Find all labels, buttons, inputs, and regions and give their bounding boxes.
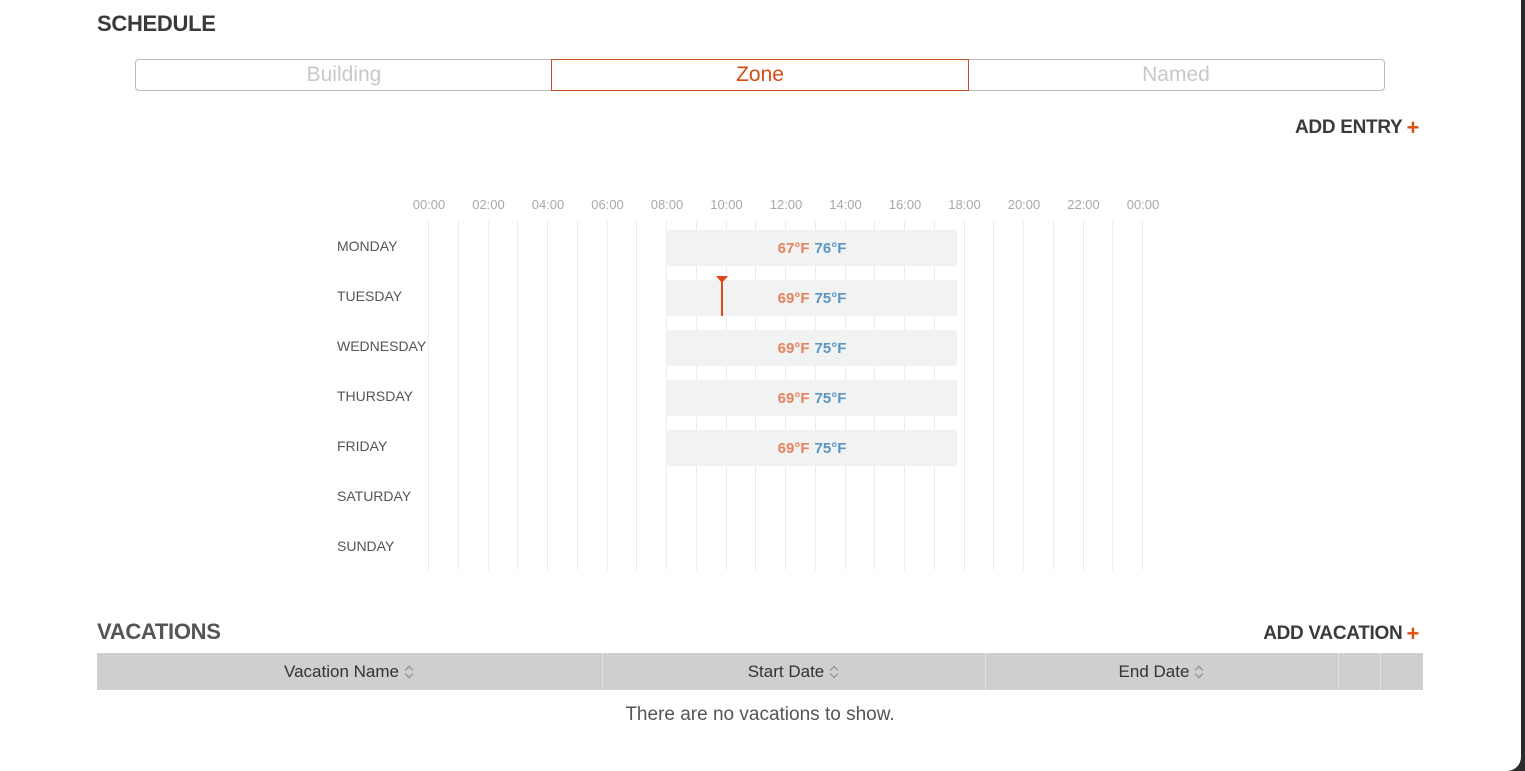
grid-line <box>547 221 548 570</box>
current-time-marker <box>715 276 728 316</box>
grid-line <box>606 221 608 570</box>
column-label: End Date <box>1118 661 1190 681</box>
hour-label: 18:00 <box>948 197 981 212</box>
heat-setpoint: 67°F <box>777 239 810 257</box>
add-entry-label: ADD ENTRY <box>1295 117 1403 138</box>
grid-line <box>636 221 638 570</box>
schedule-type-toggle: Building Zone Named <box>135 59 1385 91</box>
column-label: Vacation Name <box>284 661 399 681</box>
add-vacation-button[interactable]: ADD VACATION + <box>1263 623 1419 645</box>
sort-icon <box>405 664 415 680</box>
hour-label: 10:00 <box>710 197 743 212</box>
grid-line <box>576 221 578 570</box>
plus-icon: + <box>1406 621 1419 646</box>
cool-setpoint: 75°F <box>814 439 847 457</box>
day-label: WEDNESDAY <box>337 338 427 354</box>
hour-label: 22:00 <box>1067 197 1100 212</box>
column-actions <box>1381 653 1423 690</box>
day-label: TUESDAY <box>337 288 403 304</box>
empty-vacations-message: There are no vacations to show. <box>625 704 895 725</box>
day-label: SATURDAY <box>337 488 412 504</box>
hour-label: 04:00 <box>531 197 565 212</box>
tab-building[interactable]: Building <box>136 60 552 90</box>
tab-zone[interactable]: Zone <box>551 59 969 91</box>
cool-setpoint: 75°F <box>814 389 847 407</box>
schedule-entry[interactable]: 69°F 75°F <box>667 430 958 466</box>
add-vacation-label: ADD VACATION <box>1263 623 1403 644</box>
add-entry-button[interactable]: ADD ENTRY + <box>1295 117 1419 139</box>
sort-icon <box>1195 664 1205 680</box>
column-vacation-name[interactable]: Vacation Name <box>97 653 603 690</box>
heat-setpoint: 69°F <box>777 439 810 457</box>
grid-line <box>1023 221 1024 570</box>
hour-label: 02:00 <box>472 197 505 212</box>
schedule-title: SCHEDULE <box>97 11 216 36</box>
vacations-table-header: Vacation Name Start Date End Date <box>97 653 1423 690</box>
grid-line <box>1082 221 1084 570</box>
cool-setpoint: 75°F <box>814 339 847 357</box>
day-label: SUNDAY <box>337 538 395 554</box>
tab-named[interactable]: Named <box>968 60 1384 90</box>
grid-line <box>993 221 995 570</box>
hour-label: 08:00 <box>650 197 684 212</box>
day-label: MONDAY <box>337 238 398 254</box>
schedule-entry[interactable]: 69°F 75°F <box>667 330 958 366</box>
day-label: FRIDAY <box>337 438 388 454</box>
column-actions <box>1339 653 1381 690</box>
heat-setpoint: 69°F <box>777 339 810 357</box>
schedule-entry[interactable]: 69°F 75°F <box>667 280 958 316</box>
hour-label: 14:00 <box>829 197 862 212</box>
column-end-date[interactable]: End Date <box>986 653 1339 690</box>
hour-label: 12:00 <box>769 197 803 212</box>
schedule-entry[interactable]: 67°F 76°F <box>667 230 958 266</box>
day-label: THURSDAY <box>337 388 413 404</box>
grid-line <box>1142 221 1143 570</box>
column-start-date[interactable]: Start Date <box>603 653 986 690</box>
grid-line <box>457 221 459 570</box>
cool-setpoint: 75°F <box>814 289 847 307</box>
hour-label: 00:00 <box>412 197 446 212</box>
hour-label: 06:00 <box>591 197 624 212</box>
hour-label: 20:00 <box>1007 197 1041 212</box>
hour-label: 00:00 <box>1126 197 1160 212</box>
grid-line <box>428 221 429 570</box>
grid-line <box>1052 221 1054 570</box>
grid-line <box>963 221 965 570</box>
sort-icon <box>830 664 840 680</box>
hour-label: 16:00 <box>888 197 922 212</box>
column-label: Start Date <box>747 661 825 681</box>
schedule-entry[interactable]: 69°F 75°F <box>667 380 958 416</box>
plus-icon: + <box>1406 115 1419 140</box>
heat-setpoint: 69°F <box>777 289 810 307</box>
vacations-title: VACATIONS <box>97 619 221 644</box>
schedule-panel: SCHEDULE Building Zone Named ADD ENTRY +… <box>0 0 1521 771</box>
cool-setpoint: 76°F <box>814 239 847 257</box>
grid-line <box>1112 221 1114 570</box>
grid-line <box>517 221 519 570</box>
grid-line <box>487 221 489 570</box>
heat-setpoint: 69°F <box>777 389 810 407</box>
